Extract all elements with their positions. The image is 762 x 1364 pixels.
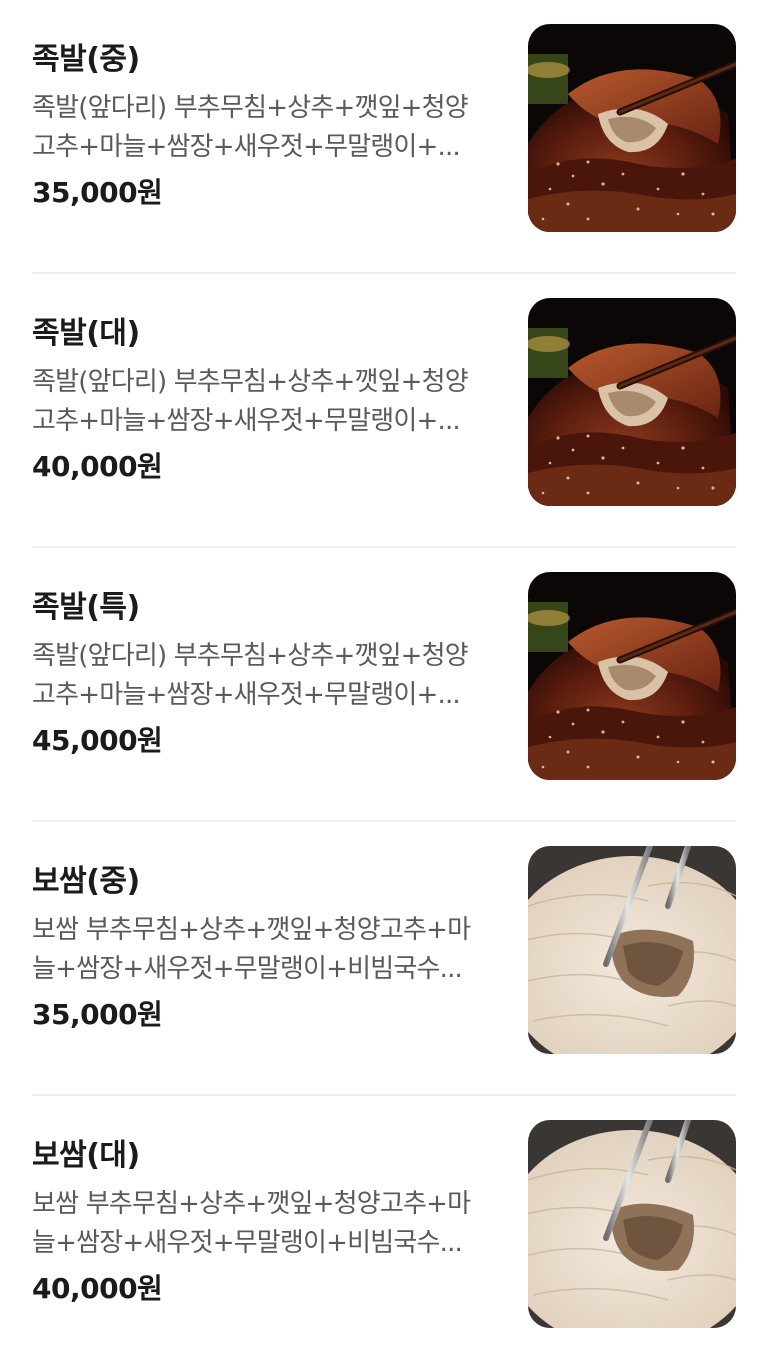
menu-item-name: 족발(대) — [32, 316, 140, 351]
menu-item-description-line: 고추+마늘+쌈장+새우젓+무말랭이+... — [32, 406, 461, 436]
menu-item-description: 족발(앞다리) 부추무침+상추+깻잎+청양 고추+마늘+쌈장+새우젓+무말랭이+… — [32, 89, 502, 167]
menu-item-description-line: 족발(앞다리) 부추무침+상추+깻잎+청양 — [32, 93, 469, 123]
menu-item-text: 보쌈(중) 보쌈 부추무침+상추+깻잎+청양고추+마 늘+쌈장+새우젓+무말랭이… — [32, 862, 502, 1035]
menu-item-jokbal-large[interactable]: 족발(대) 족발(앞다리) 부추무침+상추+깻잎+청양 고추+마늘+쌈장+새우젓… — [32, 274, 736, 548]
menu-item-description-line: 보쌈 부추무침+상추+깻잎+청양고추+마 — [32, 915, 471, 945]
jokbal-photo[interactable] — [528, 572, 736, 780]
jokbal-photo[interactable] — [528, 298, 736, 506]
menu-item-description-line: 족발(앞다리) 부추무침+상추+깻잎+청양 — [32, 367, 469, 397]
menu-item-description-line: 고추+마늘+쌈장+새우젓+무말랭이+... — [32, 132, 461, 162]
jokbal-photo[interactable] — [528, 24, 736, 232]
menu-item-price: 40,000원 — [32, 1272, 163, 1305]
menu-item-description: 보쌈 부추무침+상추+깻잎+청양고추+마 늘+쌈장+새우젓+무말랭이+비빔국수.… — [32, 1185, 502, 1263]
menu-item-text: 족발(중) 족발(앞다리) 부추무침+상추+깻잎+청양 고추+마늘+쌈장+새우젓… — [32, 40, 502, 213]
menu-item-price: 35,000원 — [32, 998, 163, 1031]
menu-item-text: 족발(대) 족발(앞다리) 부추무침+상추+깻잎+청양 고추+마늘+쌈장+새우젓… — [32, 314, 502, 487]
menu-item-text: 족발(특) 족발(앞다리) 부추무침+상추+깻잎+청양 고추+마늘+쌈장+새우젓… — [32, 588, 502, 761]
menu-item-description-line: 보쌈 부추무침+상추+깻잎+청양고추+마 — [32, 1189, 471, 1219]
menu-item-description: 족발(앞다리) 부추무침+상추+깻잎+청양 고추+마늘+쌈장+새우젓+무말랭이+… — [32, 363, 502, 441]
bossam-photo[interactable] — [528, 1120, 736, 1328]
menu-item-description-line: 늘+쌈장+새우젓+무말랭이+비빔국수... — [32, 954, 463, 984]
menu-item-description: 보쌈 부추무침+상추+깻잎+청양고추+마 늘+쌈장+새우젓+무말랭이+비빔국수.… — [32, 911, 502, 989]
menu-item-description: 족발(앞다리) 부추무침+상추+깻잎+청양 고추+마늘+쌈장+새우젓+무말랭이+… — [32, 637, 502, 715]
menu-item-name: 족발(중) — [32, 42, 140, 77]
menu-item-jokbal-special[interactable]: 족발(특) 족발(앞다리) 부추무침+상추+깻잎+청양 고추+마늘+쌈장+새우젓… — [32, 548, 736, 822]
menu-item-description-line: 고추+마늘+쌈장+새우젓+무말랭이+... — [32, 680, 461, 710]
menu-item-description-line: 늘+쌈장+새우젓+무말랭이+비빔국수... — [32, 1228, 463, 1258]
menu-item-bossam-large[interactable]: 보쌈(대) 보쌈 부추무침+상추+깻잎+청양고추+마 늘+쌈장+새우젓+무말랭이… — [32, 1096, 736, 1364]
menu-list: 족발(중) 족발(앞다리) 부추무침+상추+깻잎+청양 고추+마늘+쌈장+새우젓… — [0, 0, 762, 1364]
bossam-photo[interactable] — [528, 846, 736, 1054]
menu-item-price: 35,000원 — [32, 176, 163, 209]
menu-item-jokbal-medium[interactable]: 족발(중) 족발(앞다리) 부추무침+상추+깻잎+청양 고추+마늘+쌈장+새우젓… — [32, 0, 736, 274]
menu-item-text: 보쌈(대) 보쌈 부추무침+상추+깻잎+청양고추+마 늘+쌈장+새우젓+무말랭이… — [32, 1136, 502, 1309]
menu-item-name: 보쌈(대) — [32, 1138, 140, 1173]
menu-item-name: 족발(특) — [32, 590, 140, 625]
menu-item-description-line: 족발(앞다리) 부추무침+상추+깻잎+청양 — [32, 641, 469, 671]
menu-item-name: 보쌈(중) — [32, 864, 140, 899]
menu-item-price: 40,000원 — [32, 450, 163, 483]
menu-item-bossam-medium[interactable]: 보쌈(중) 보쌈 부추무침+상추+깻잎+청양고추+마 늘+쌈장+새우젓+무말랭이… — [32, 822, 736, 1096]
menu-item-price: 45,000원 — [32, 724, 163, 757]
